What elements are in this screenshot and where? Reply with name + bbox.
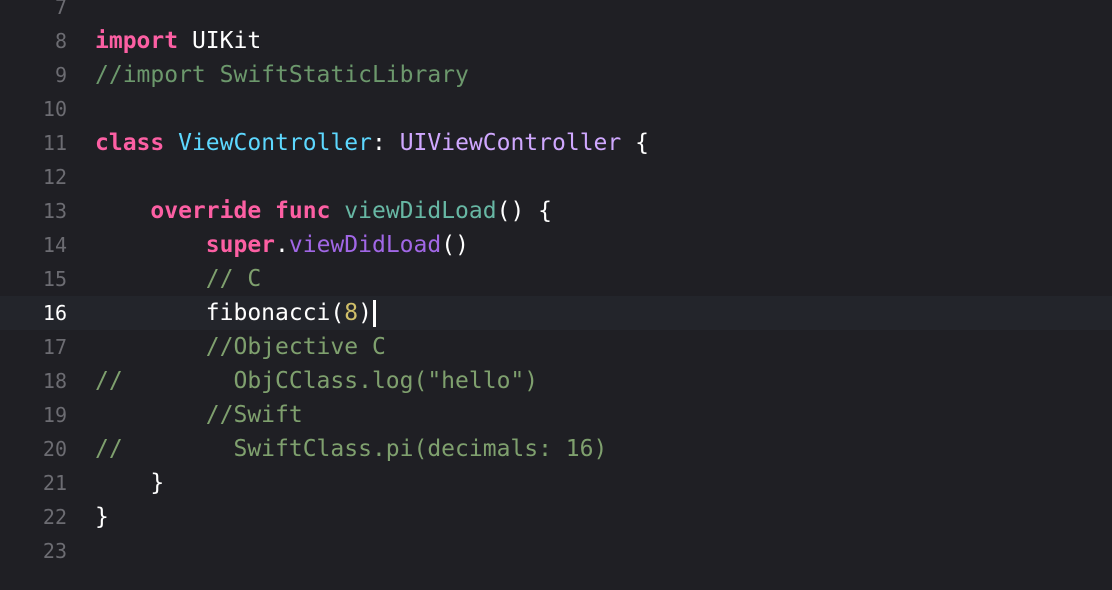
code-token: . — [275, 232, 289, 258]
code-token: : — [371, 130, 400, 156]
line-number: 17 — [42, 335, 67, 359]
code-text[interactable]: override func viewDidLoad() { — [95, 194, 552, 228]
code-text[interactable]: // ObjCClass.log("hello") — [95, 364, 538, 398]
code-token: { — [621, 130, 649, 156]
code-line[interactable]: 11 class ViewController: UIViewController… — [0, 126, 1112, 160]
line-number: 20 — [42, 437, 67, 461]
code-token: () — [441, 232, 469, 258]
code-token: // C — [205, 266, 262, 292]
code-text[interactable]: fibonacci(8) — [95, 296, 376, 330]
line-number: 14 — [42, 233, 67, 257]
code-text[interactable]: } — [95, 500, 109, 534]
code-line[interactable]: 15 // C — [0, 262, 1112, 296]
line-number: 23 — [42, 539, 67, 563]
code-line[interactable]: 20 // SwiftClass.pi(decimals: 16) — [0, 432, 1112, 466]
code-token: () { — [496, 198, 552, 224]
line-number: 15 — [42, 267, 67, 291]
code-line[interactable]: 14 super.viewDidLoad() — [0, 228, 1112, 262]
line-number: 7 — [54, 0, 67, 19]
code-text[interactable]: //Swift — [95, 398, 303, 432]
line-number: 21 — [42, 471, 67, 495]
code-line[interactable]: 22} — [0, 500, 1112, 534]
code-text[interactable]: } — [95, 466, 164, 500]
code-token: ViewController — [178, 130, 372, 156]
line-number: 8 — [54, 29, 67, 53]
code-token: class — [95, 130, 165, 156]
code-line[interactable]: 13 override func viewDidLoad() { — [0, 194, 1112, 228]
code-token: super — [205, 232, 276, 258]
code-token: ) — [358, 300, 372, 326]
code-line[interactable]: 10 — [0, 92, 1112, 126]
code-token: //import SwiftStaticLibrary — [95, 62, 469, 88]
code-token: UIKit — [178, 28, 262, 54]
code-line[interactable]: 7 — [0, 0, 1112, 24]
code-token: viewDidLoad — [288, 232, 442, 258]
code-token: // SwiftClass.pi(decimals: 16) — [95, 436, 608, 462]
code-token: } — [95, 470, 165, 496]
code-token: fibonacci( — [95, 300, 345, 326]
line-number: 11 — [42, 131, 67, 155]
code-line[interactable]: 12 — [0, 160, 1112, 194]
code-line[interactable]: 17 //Objective C — [0, 330, 1112, 364]
text-cursor — [372, 300, 376, 327]
code-line[interactable]: 23 — [0, 534, 1112, 568]
line-number: 19 — [42, 403, 67, 427]
code-line[interactable]: 9 //import SwiftStaticLibrary — [0, 58, 1112, 92]
current-code-line[interactable]: 16 fibonacci(8) — [0, 296, 1112, 330]
line-number: 22 — [42, 505, 67, 529]
code-text[interactable]: class ViewController: UIViewController { — [95, 126, 649, 160]
code-token: // ObjCClass.log("hello") — [95, 368, 539, 394]
line-number: 13 — [42, 199, 67, 223]
code-token: override — [150, 198, 262, 224]
code-token: viewDidLoad — [344, 198, 497, 224]
code-token: func — [275, 198, 331, 224]
code-token: //Swift — [205, 402, 303, 428]
code-token: 8 — [344, 300, 359, 326]
code-text[interactable]: import UIKit — [95, 24, 261, 58]
code-line[interactable]: 21 } — [0, 466, 1112, 500]
code-line[interactable]: 19 //Swift — [0, 398, 1112, 432]
line-number: 18 — [42, 369, 67, 393]
code-token: //Objective C — [205, 334, 386, 360]
line-number: 16 — [42, 301, 67, 325]
code-text[interactable]: // C — [95, 262, 261, 296]
code-token: UIViewController — [399, 130, 622, 156]
code-line[interactable]: 8 import UIKit — [0, 24, 1112, 58]
line-number: 10 — [42, 97, 67, 121]
code-text[interactable]: //import SwiftStaticLibrary — [95, 58, 469, 92]
line-number: 12 — [42, 165, 67, 189]
code-token: } — [95, 504, 109, 530]
code-token: import — [95, 28, 179, 54]
code-text[interactable]: //Objective C — [95, 330, 386, 364]
code-line[interactable]: 18 // ObjCClass.log("hello") — [0, 364, 1112, 398]
code-text[interactable]: // SwiftClass.pi(decimals: 16) — [95, 432, 607, 466]
line-number: 9 — [54, 63, 67, 87]
code-editor[interactable]: 7 8 import UIKit 9 //import SwiftStaticLibra… — [0, 0, 1112, 590]
code-text[interactable]: super.viewDidLoad() — [95, 228, 469, 262]
